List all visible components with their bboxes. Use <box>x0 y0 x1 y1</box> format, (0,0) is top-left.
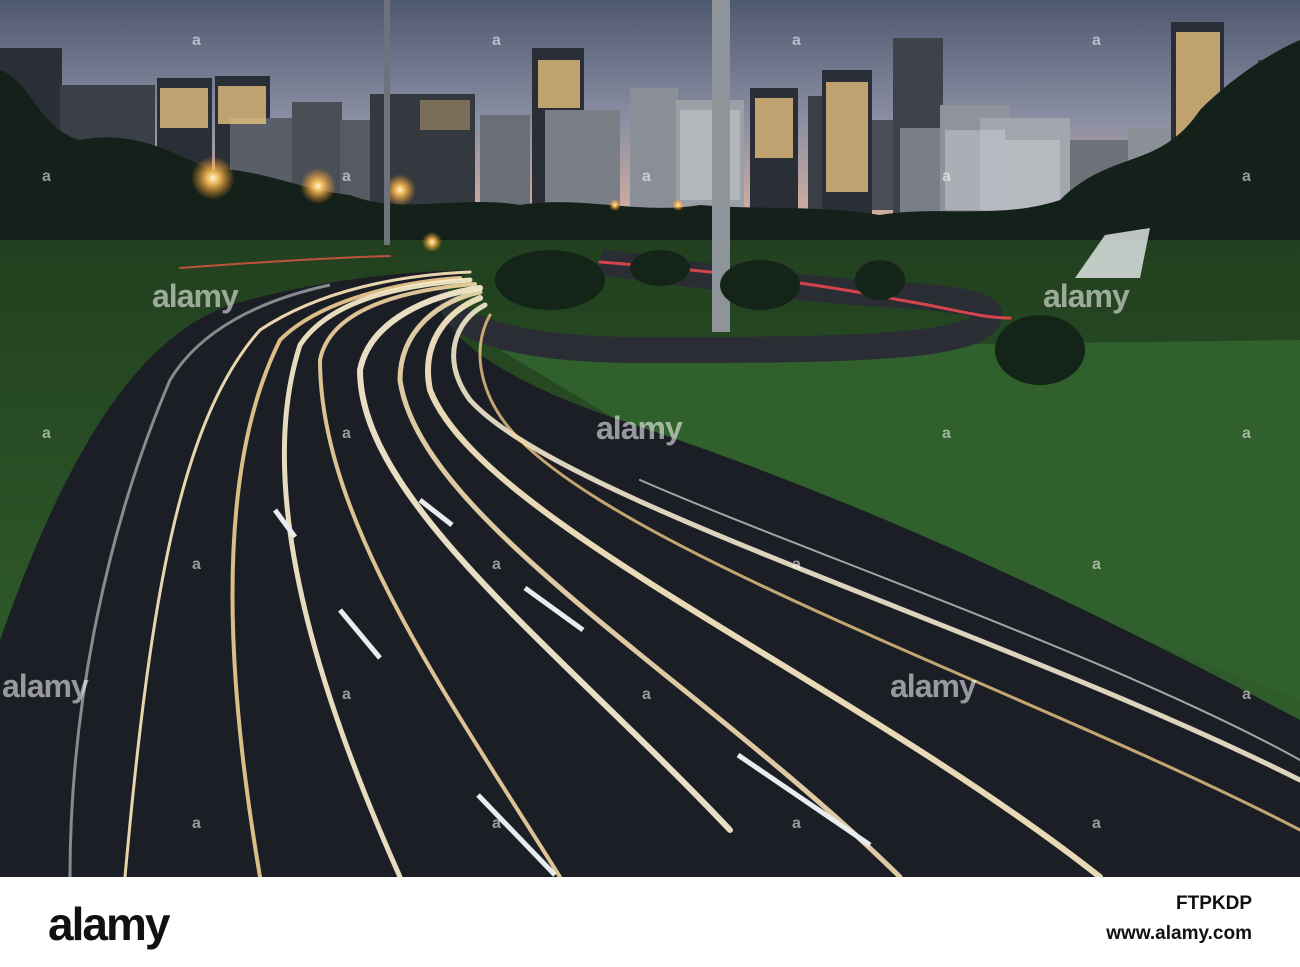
watermark-dot: a <box>642 686 651 703</box>
watermark-dot: a <box>492 556 501 573</box>
watermark-dot: a <box>342 425 351 442</box>
watermark-dot: a <box>192 556 201 573</box>
watermark-dot: a <box>342 686 351 703</box>
watermark-dot: a <box>342 168 351 185</box>
watermark-dot: a <box>42 168 51 185</box>
watermark-dot: a <box>42 425 51 442</box>
watermark-dot: a <box>942 168 951 185</box>
footer-bar: alamy FTPKDP www.alamy.com <box>0 877 1300 967</box>
watermark-dot: a <box>792 32 801 49</box>
watermark-dot: a <box>792 556 801 573</box>
watermark-center: alamy <box>596 410 683 446</box>
footer-url[interactable]: www.alamy.com <box>1106 923 1252 945</box>
photo: alamy alamy alamy alamy alamy a a a a a … <box>0 0 1300 877</box>
watermark-dot: a <box>492 32 501 49</box>
watermark-dot: a <box>1242 168 1251 185</box>
watermark-bottom-right: alamy <box>890 668 977 704</box>
watermark-dot: a <box>1242 686 1251 703</box>
watermark-top-left: alamy <box>152 278 239 314</box>
tall-pole-left <box>384 0 390 245</box>
watermark-dot: a <box>192 32 201 49</box>
watermark-dot: a <box>1242 425 1251 442</box>
watermark-dot: a <box>1092 815 1101 832</box>
watermark-dot: a <box>492 815 501 832</box>
watermark-dot: a <box>642 168 651 185</box>
watermark-dot: a <box>1092 556 1101 573</box>
image-id: FTPKDP <box>1176 893 1252 914</box>
watermark-dot: a <box>942 425 951 442</box>
watermark-dot: a <box>192 815 201 832</box>
watermark-dot: a <box>1092 32 1101 49</box>
watermark-dot: a <box>792 815 801 832</box>
footer-logo: alamy <box>48 898 170 950</box>
watermark-top-right: alamy <box>1043 278 1130 314</box>
watermark-bottom-left: alamy <box>2 668 89 704</box>
